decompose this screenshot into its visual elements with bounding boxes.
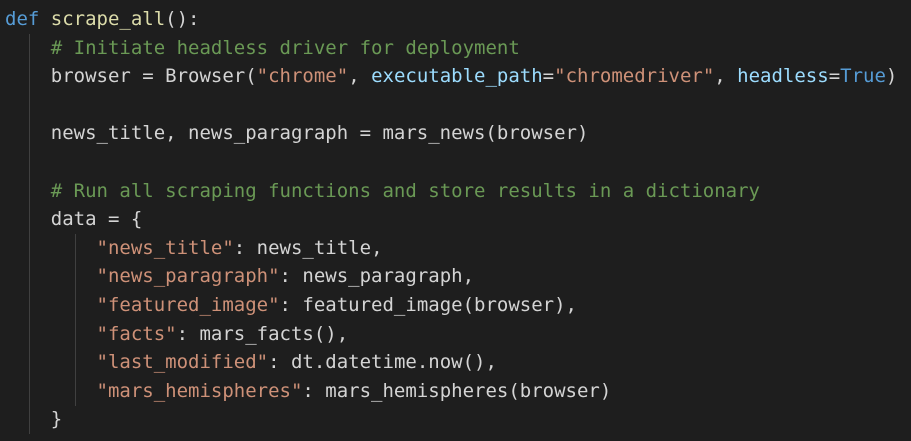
code-token: : news_title,	[233, 236, 383, 259]
code-token: =	[542, 65, 555, 88]
code-token: "news_title"	[96, 236, 234, 259]
code-line[interactable]: "facts": mars_facts(),	[5, 320, 349, 349]
code-token: def	[5, 8, 40, 30]
code-line[interactable]: "news_title": news_title,	[5, 234, 383, 263]
code-line[interactable]: "news_paragraph": news_paragraph,	[5, 262, 475, 291]
code-line[interactable]: data = {	[5, 205, 143, 234]
code-token: : mars_facts(),	[176, 322, 349, 345]
code-line[interactable]: def scrape_all():	[5, 5, 200, 34]
code-token: ,	[348, 65, 372, 88]
code-token: "featured_image"	[96, 294, 280, 316]
code-token: ():	[165, 8, 200, 30]
code-token: "mars_hemispheres"	[96, 379, 303, 402]
code-line[interactable]: browser = Browser("chrome", executable_p…	[5, 62, 898, 91]
code-token: "chrome"	[256, 65, 349, 88]
code-token: news_title, news_paragraph = mars_news(b…	[5, 122, 589, 145]
code-line[interactable]: "mars_hemispheres": mars_hemispheres(bro…	[5, 377, 612, 406]
code-token: headless	[737, 65, 829, 88]
code-token: True	[840, 65, 886, 88]
code-line[interactable]: "featured_image": featured_image(browser…	[5, 291, 577, 320]
code-editor[interactable]: def scrape_all(): # Initiate headless dr…	[0, 0, 911, 441]
code-token: }	[5, 408, 63, 431]
code-line[interactable]: "last_modified": dt.datetime.now(),	[5, 348, 497, 377]
code-line[interactable]: # Run all scraping functions and store r…	[5, 177, 760, 206]
code-token: : mars_hemispheres(browser)	[302, 379, 612, 402]
code-token: scrape_all	[50, 8, 166, 30]
code-token: )	[885, 65, 898, 88]
code-token: # Run all scraping functions and store r…	[50, 179, 760, 202]
code-token: browser = Browser(	[5, 65, 257, 88]
code-token: "facts"	[96, 322, 177, 345]
code-token: # Initiate headless driver for deploymen…	[50, 36, 520, 59]
code-token: "chromedriver"	[554, 65, 715, 88]
code-token: : news_paragraph,	[279, 265, 475, 288]
code-token: "last_modified"	[96, 351, 269, 374]
code-line[interactable]: # Initiate headless driver for deploymen…	[5, 34, 520, 63]
code-token: : dt.datetime.now(),	[268, 351, 497, 374]
code-line[interactable]: news_title, news_paragraph = mars_news(b…	[5, 119, 589, 148]
code-token: : featured_image(browser),	[279, 294, 577, 316]
code-token: ,	[714, 65, 738, 88]
code-token: "news_paragraph"	[96, 265, 280, 288]
code-line[interactable]: }	[5, 405, 62, 434]
code-token: data = {	[5, 208, 143, 231]
code-token: executable_path	[371, 65, 543, 88]
code-token: =	[828, 65, 841, 88]
